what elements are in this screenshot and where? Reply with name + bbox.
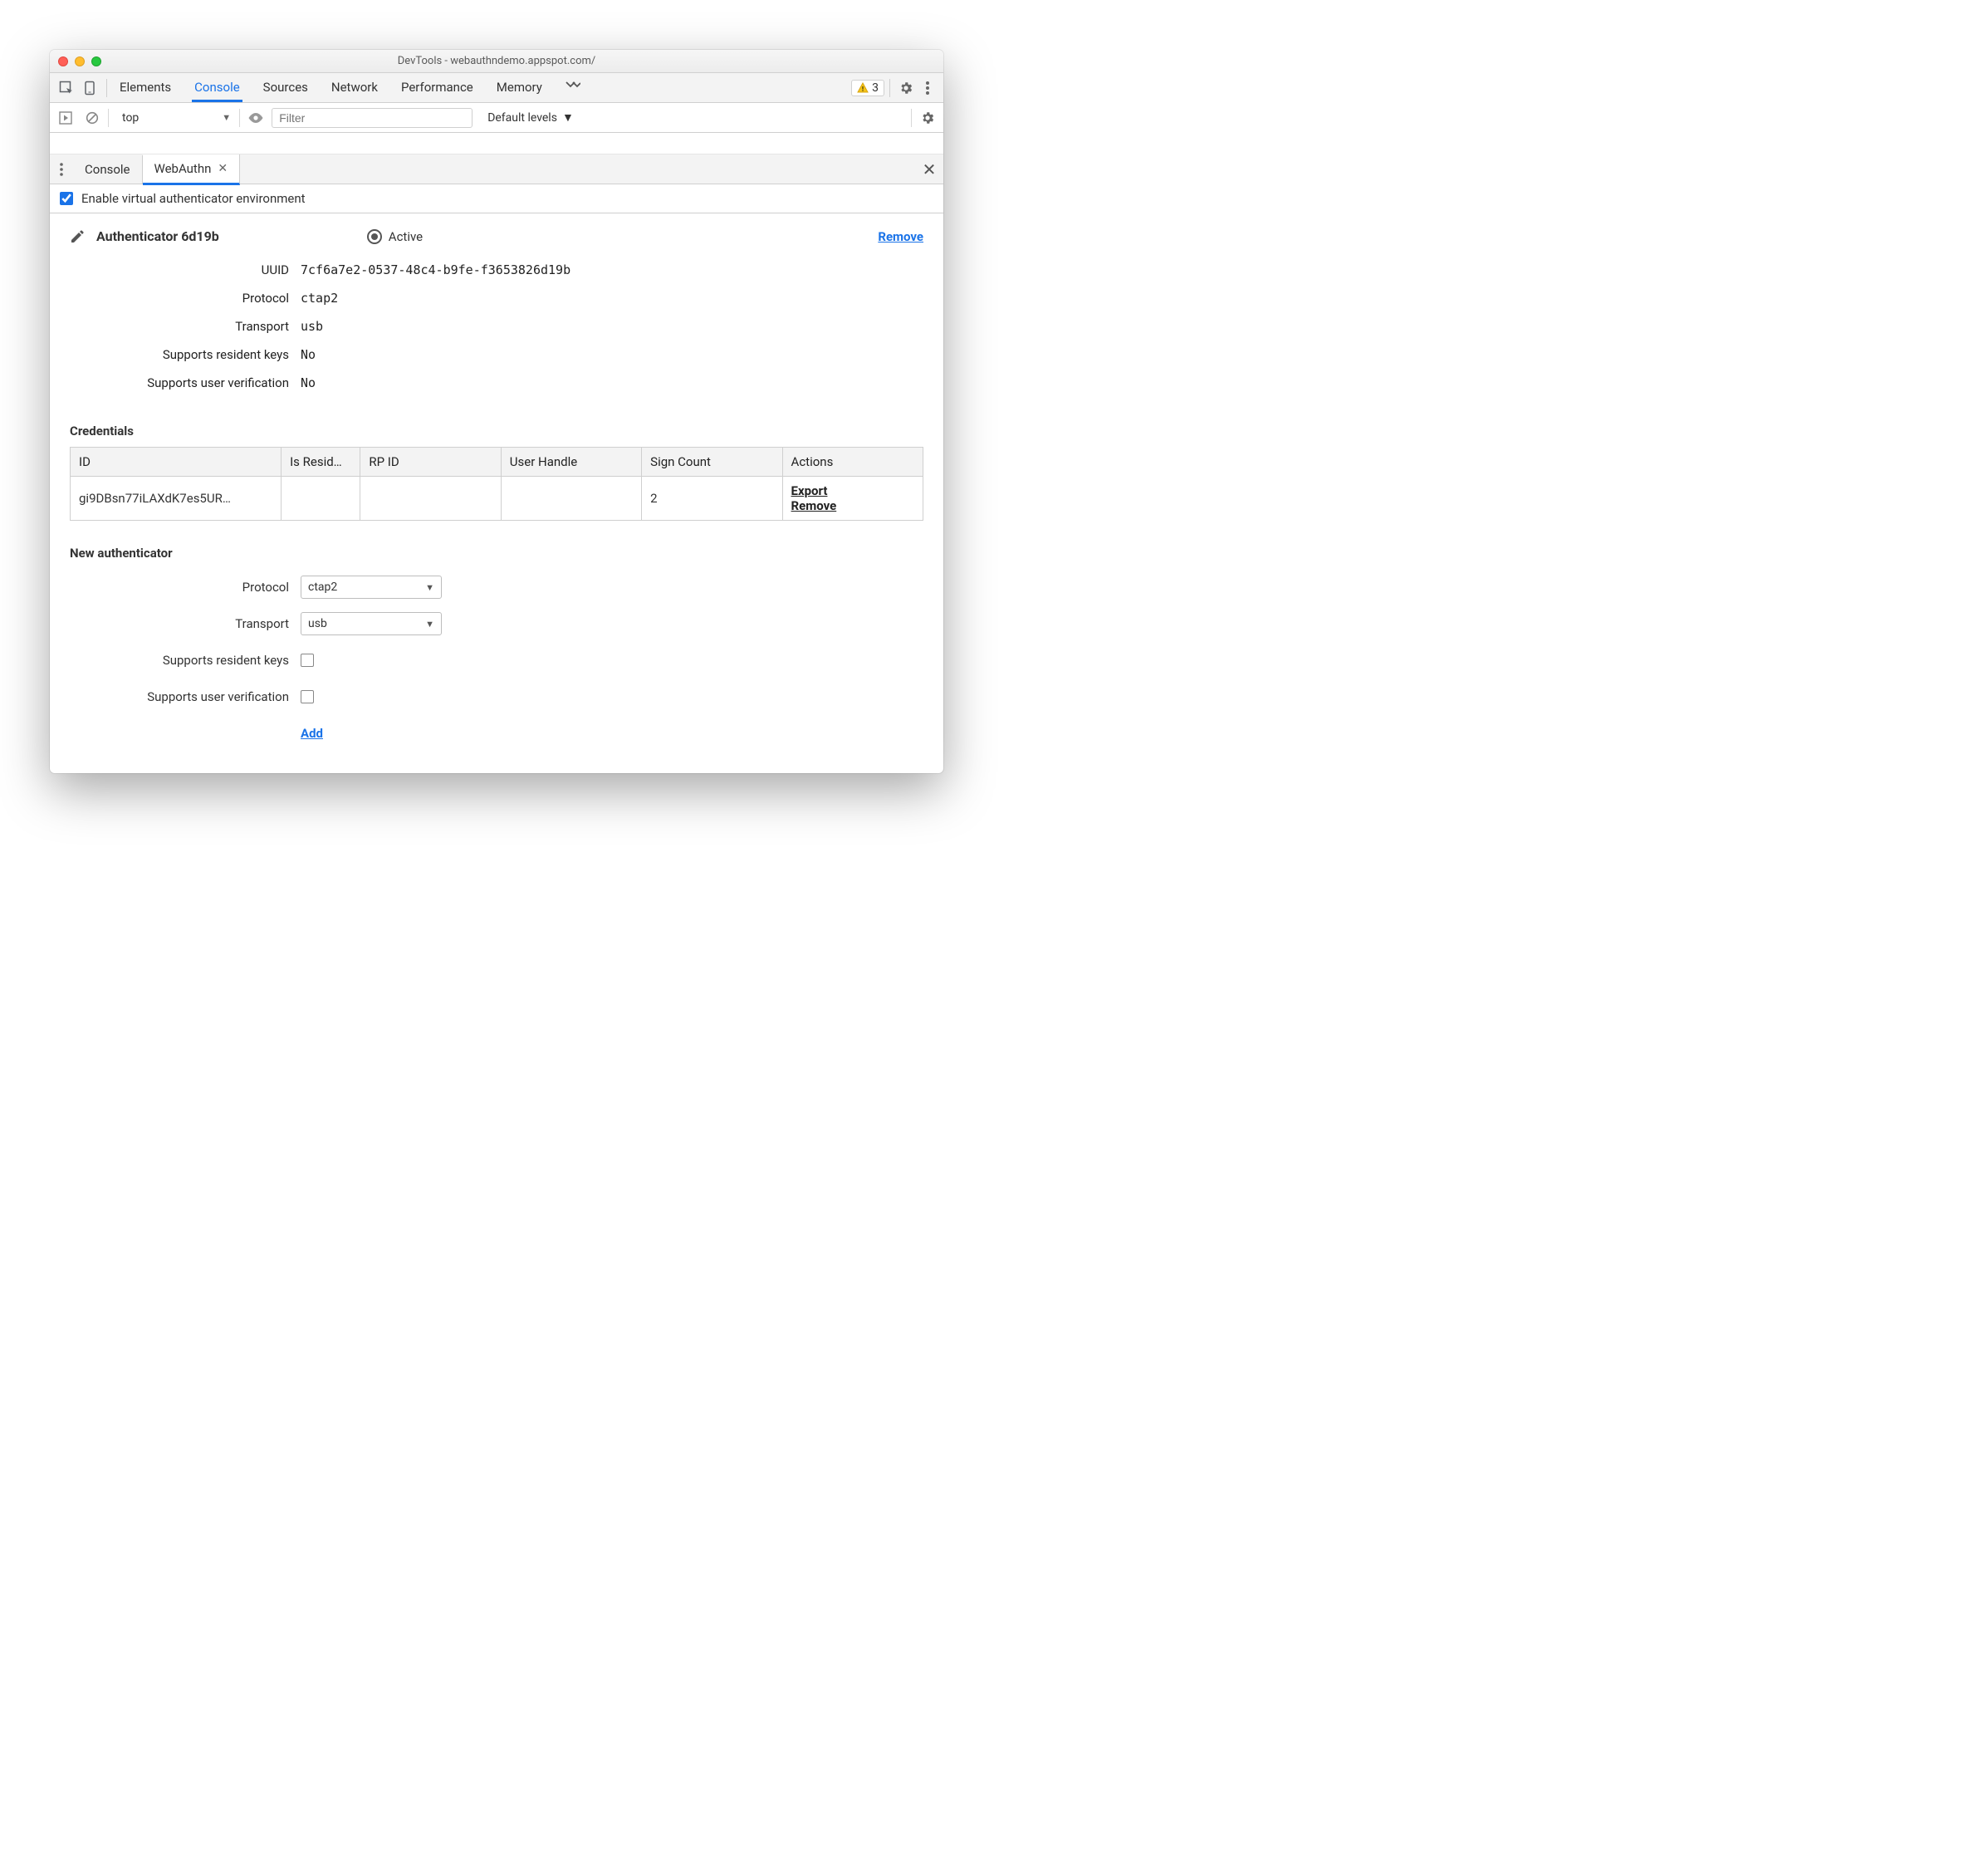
- protocol-select[interactable]: ctap2 ▼: [301, 576, 442, 599]
- new-userverif-label: Supports user verification: [70, 689, 301, 704]
- dropdown-arrow-icon: ▼: [425, 582, 434, 593]
- active-radio[interactable]: Active: [367, 229, 423, 244]
- tab-memory[interactable]: Memory: [494, 74, 545, 102]
- issues-badge[interactable]: 3: [851, 80, 884, 96]
- cred-id: gi9DBsn77iLAXdK7es5UR…: [71, 477, 282, 521]
- radio-icon: [367, 229, 382, 244]
- export-link[interactable]: Export: [791, 483, 914, 498]
- inspect-element-icon[interactable]: [55, 76, 78, 100]
- new-transport-label: Transport: [70, 616, 301, 631]
- filter-input[interactable]: [272, 108, 473, 128]
- cred-actions: Export Remove: [782, 477, 923, 521]
- transport-select[interactable]: usb ▼: [301, 612, 442, 635]
- enable-checkbox[interactable]: [60, 192, 73, 205]
- active-label: Active: [389, 229, 423, 244]
- drawer-menu-icon[interactable]: [50, 163, 73, 176]
- authenticator-details: UUID7cf6a7e2-0537-48c4-b9fe-f3653826d19b…: [70, 262, 923, 404]
- issues-count: 3: [872, 81, 879, 95]
- cred-user-handle: [501, 477, 641, 521]
- edit-icon[interactable]: [70, 229, 85, 244]
- console-settings-icon[interactable]: [917, 107, 938, 129]
- cred-is-resident: [282, 477, 360, 521]
- dropdown-arrow-icon: ▼: [562, 110, 574, 125]
- uuid-value: 7cf6a7e2-0537-48c4-b9fe-f3653826d19b: [301, 262, 570, 277]
- drawer-tabbar: Console WebAuthn ✕ ✕: [50, 154, 943, 184]
- dropdown-arrow-icon: ▼: [425, 619, 434, 630]
- th-user-handle: User Handle: [501, 448, 641, 477]
- tab-network[interactable]: Network: [329, 74, 380, 102]
- protocol-value: ctap2: [301, 291, 338, 306]
- drawer-tab-console[interactable]: Console: [73, 155, 143, 184]
- dropdown-arrow-icon: ▼: [222, 112, 231, 123]
- authenticator-title: Authenticator 6d19b: [96, 228, 219, 244]
- webauthn-panel: Authenticator 6d19b Active Remove UUID7c…: [50, 213, 943, 773]
- userverif-value: No: [301, 375, 316, 390]
- cred-sign-count: 2: [642, 477, 782, 521]
- device-toolbar-icon[interactable]: [78, 76, 101, 100]
- new-resident-label: Supports resident keys: [70, 653, 301, 668]
- new-protocol-label: Protocol: [70, 580, 301, 595]
- more-tabs-icon[interactable]: [563, 74, 583, 102]
- protocol-select-value: ctap2: [308, 581, 337, 594]
- resident-label: Supports resident keys: [70, 347, 301, 362]
- tab-performance[interactable]: Performance: [399, 74, 476, 102]
- live-expression-icon[interactable]: [245, 112, 267, 124]
- main-tabbar: Elements Console Sources Network Perform…: [50, 73, 943, 103]
- enable-row: Enable virtual authenticator environment: [50, 184, 943, 213]
- userverif-label: Supports user verification: [70, 375, 301, 390]
- new-authenticator-section: New authenticator Protocol ctap2 ▼ Trans…: [70, 546, 923, 752]
- context-selector[interactable]: top ▼: [114, 109, 240, 127]
- th-id: ID: [71, 448, 282, 477]
- main-tabs: Elements Console Sources Network Perform…: [117, 74, 583, 102]
- credentials-title: Credentials: [70, 424, 923, 439]
- drawer-tab-webauthn[interactable]: WebAuthn ✕: [143, 154, 241, 185]
- console-toolbar: top ▼ Default levels ▼: [50, 103, 943, 133]
- enable-label: Enable virtual authenticator environment: [81, 191, 306, 206]
- close-tab-icon[interactable]: ✕: [218, 162, 228, 175]
- more-menu-icon[interactable]: [917, 77, 938, 99]
- transport-value: usb: [301, 319, 323, 334]
- context-value: top: [122, 111, 139, 125]
- close-drawer-icon[interactable]: ✕: [915, 159, 943, 179]
- th-rp-id: RP ID: [360, 448, 501, 477]
- clear-console-icon[interactable]: [81, 107, 103, 129]
- uuid-label: UUID: [70, 262, 301, 277]
- warning-icon: [857, 82, 869, 94]
- log-levels-selector[interactable]: Default levels ▼: [487, 110, 574, 125]
- resident-value: No: [301, 347, 316, 362]
- window-title: DevTools - webauthndemo.appspot.com/: [50, 55, 943, 67]
- titlebar: DevTools - webauthndemo.appspot.com/: [50, 50, 943, 73]
- devtools-window: DevTools - webauthndemo.appspot.com/ Ele…: [50, 50, 943, 773]
- th-sign-count: Sign Count: [642, 448, 782, 477]
- add-authenticator-link[interactable]: Add: [301, 726, 323, 741]
- cred-rp-id: [360, 477, 501, 521]
- userverif-checkbox[interactable]: [301, 690, 314, 703]
- tab-console[interactable]: Console: [192, 74, 242, 102]
- credentials-table: ID Is Resid… RP ID User Handle Sign Coun…: [70, 447, 923, 521]
- transport-select-value: usb: [308, 617, 327, 630]
- drawer-tab-label: Console: [85, 162, 130, 177]
- authenticator-header: Authenticator 6d19b Active Remove: [70, 228, 923, 244]
- th-is-resident: Is Resid…: [282, 448, 360, 477]
- remove-authenticator-link[interactable]: Remove: [878, 229, 923, 244]
- tab-elements[interactable]: Elements: [117, 74, 174, 102]
- protocol-label: Protocol: [70, 291, 301, 306]
- remove-credential-link[interactable]: Remove: [791, 498, 914, 513]
- table-row: gi9DBsn77iLAXdK7es5UR… 2 Export Remove: [71, 477, 923, 521]
- levels-label: Default levels: [487, 111, 557, 125]
- play-icon[interactable]: [55, 107, 76, 129]
- transport-label: Transport: [70, 319, 301, 334]
- new-auth-title: New authenticator: [70, 546, 923, 561]
- drawer-tab-label: WebAuthn: [154, 161, 212, 176]
- tab-sources[interactable]: Sources: [261, 74, 311, 102]
- th-actions: Actions: [782, 448, 923, 477]
- settings-icon[interactable]: [895, 77, 917, 99]
- resident-checkbox[interactable]: [301, 654, 314, 667]
